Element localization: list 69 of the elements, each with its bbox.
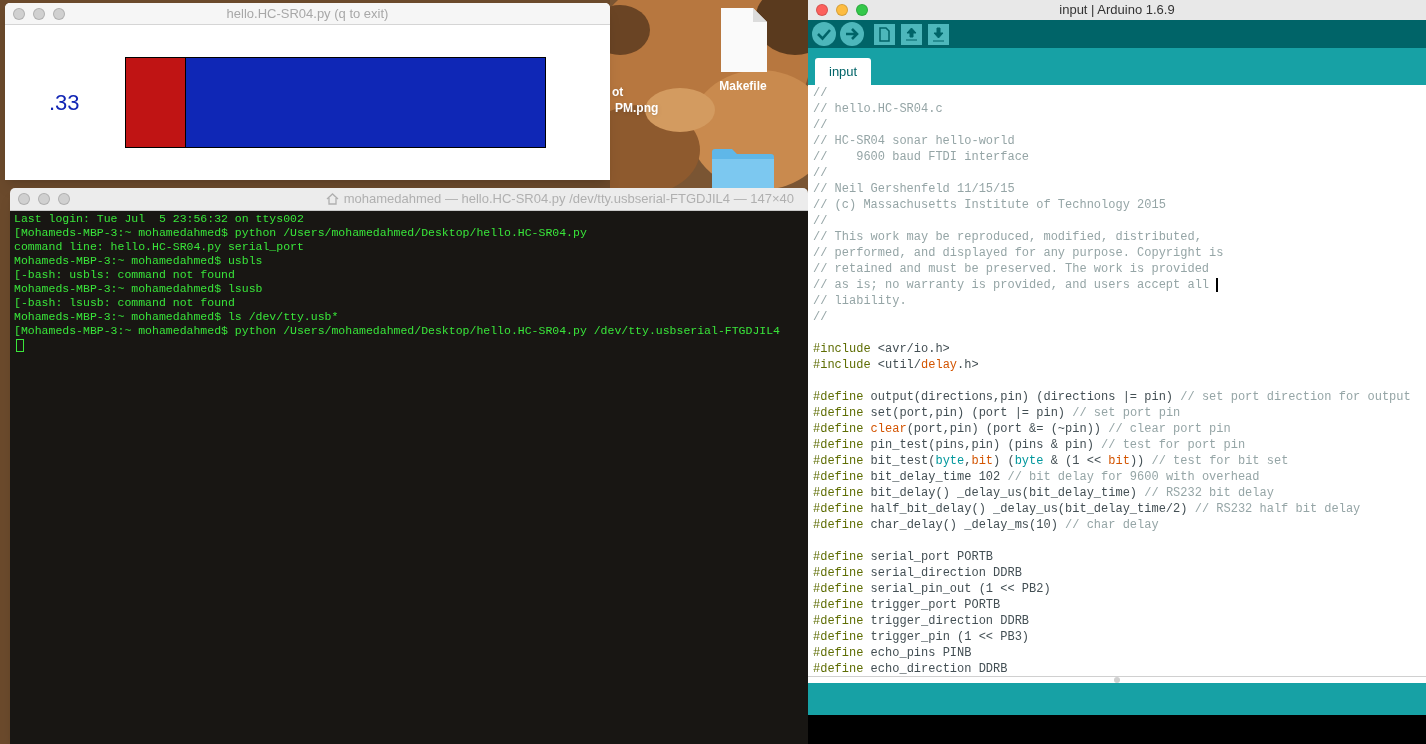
verify-button[interactable]	[812, 22, 836, 46]
code-line: // liability.	[813, 293, 907, 309]
code-line: //	[813, 85, 828, 101]
code-line: #define set(port,pin) (port |= pin) // set port pin	[813, 405, 1181, 421]
code-line: #define char_delay() _delay_ms(10) // char delay	[813, 517, 1159, 533]
code-line: #define echo_pins PINB	[813, 645, 972, 661]
close-button[interactable]	[18, 193, 30, 205]
distance-reading: .33	[48, 89, 81, 117]
code-line: //	[813, 309, 828, 325]
code-line: #define serial_port PORTB	[813, 549, 994, 565]
terminal-line: [-bash: usbls: command not found	[14, 268, 235, 282]
open-button[interactable]	[901, 23, 922, 45]
code-line: #include <util/delay.h>	[813, 357, 979, 373]
close-button[interactable]	[816, 4, 828, 16]
icon-label: Makefile	[719, 78, 767, 94]
code-line: #include <avr/io.h>	[813, 341, 950, 357]
terminal-line: [Mohameds-MBP-3:~ mohamedahmed$ python /Users/mohamedahmed/Desktop/hello.HC-SR04.py /dev/tty.usbserial-FTGDJIL4	[14, 324, 781, 338]
icon-label: ot	[612, 84, 624, 100]
code-line: // as is; no warranty is provided, and users accept all	[813, 277, 1210, 293]
code-line: #define bit_delay() _delay_us(bit_delay_time) // RS232 bit delay	[813, 485, 1274, 501]
code-line: #define trigger_direction DDRB	[813, 613, 1030, 629]
new-button[interactable]	[874, 23, 895, 45]
zoom-button[interactable]	[53, 7, 65, 20]
code-line: #define half_bit_delay() _delay_us(bit_delay_time/2) // RS232 half bit delay	[813, 501, 1361, 517]
upload-button[interactable]	[840, 22, 864, 46]
code-line: #define output(directions,pin) (directions |= pin) // set port direction for output	[813, 389, 1411, 405]
code-line: // This work may be reproduced, modified, distributed,	[813, 229, 1202, 245]
icon-label: PM.png	[614, 100, 659, 116]
code-line: #define bit_delay_time 102 // bit delay for 9600 with overhead	[813, 469, 1260, 485]
minimize-button[interactable]	[33, 7, 45, 20]
zoom-button[interactable]	[58, 193, 70, 205]
window-title: hello.HC-SR04.py (q to exit)	[225, 4, 390, 23]
code-line: #define bit_test(byte,bit) (byte & (1 << bit)) // test for bit set	[813, 453, 1289, 469]
minimize-button[interactable]	[38, 193, 50, 205]
code-line: // retained and must be preserved. The work is provided	[813, 261, 1210, 277]
code-line: // Neil Gershenfeld 11/15/15	[813, 181, 1015, 197]
code-line: // performed, and displayed for any purpose. Copyright is	[813, 245, 1224, 261]
terminal-line: Mohameds-MBP-3:~ mohamedahmed$ ls /dev/tty.usb*	[14, 310, 339, 324]
code-line: #define serial_direction DDRB	[813, 565, 1022, 581]
code-line: //	[813, 213, 828, 229]
code-line: #define trigger_pin (1 << PB3)	[813, 629, 1030, 645]
code-line: #define serial_pin_out (1 << PB2)	[813, 581, 1051, 597]
folder-icon[interactable]	[710, 148, 776, 188]
close-button[interactable]	[13, 7, 25, 20]
window-title: input | Arduino 1.6.9	[1058, 1, 1176, 20]
editor-tab[interactable]: input	[815, 58, 872, 85]
terminal-line: Last login: Tue Jul 5 23:56:32 on ttys002	[14, 212, 304, 226]
code-line: // 9600 baud FTDI interface	[813, 149, 1030, 165]
home-icon	[325, 193, 339, 205]
code-line: // HC-SR04 sonar hello-world	[813, 133, 1015, 149]
code-line: //	[813, 117, 828, 133]
terminal-line: [-bash: lsusb: command not found	[14, 296, 235, 310]
code-line: #define echo_direction DDRB	[813, 661, 1008, 676]
code-line: //	[813, 165, 828, 181]
minimize-button[interactable]	[836, 4, 848, 16]
terminal-line: [Mohameds-MBP-3:~ mohamedahmed$ python /Users/mohamedahmed/Desktop/hello.HC-SR04.py	[14, 226, 587, 240]
save-button[interactable]	[928, 23, 949, 45]
splitter-handle[interactable]	[1114, 677, 1120, 683]
code-line: #define pin_test(pins,pin) (pins & pin) // test for port pin	[813, 437, 1246, 453]
code-line: #define clear(port,pin) (port &= (~pin)) // clear port pin	[813, 421, 1231, 437]
window-title: mohamedahmed — hello.HC-SR04.py /dev/tty.usbserial-FTGDJIL4 — 147×40	[343, 190, 794, 209]
code-line: // hello.HC-SR04.c	[813, 101, 943, 117]
terminal-cursor	[16, 339, 24, 352]
terminal-line: Mohameds-MBP-3:~ mohamedahmed$ lsusb	[14, 282, 263, 296]
terminal-line: command line: hello.HC-SR04.py serial_port	[14, 240, 304, 254]
zoom-button[interactable]	[856, 4, 868, 16]
code-line: // (c) Massachusetts Institute of Technology 2015	[813, 197, 1166, 213]
code-line: #define trigger_port PORTB	[813, 597, 1001, 613]
terminal-line: Mohameds-MBP-3:~ mohamedahmed$ usbls	[14, 254, 263, 268]
